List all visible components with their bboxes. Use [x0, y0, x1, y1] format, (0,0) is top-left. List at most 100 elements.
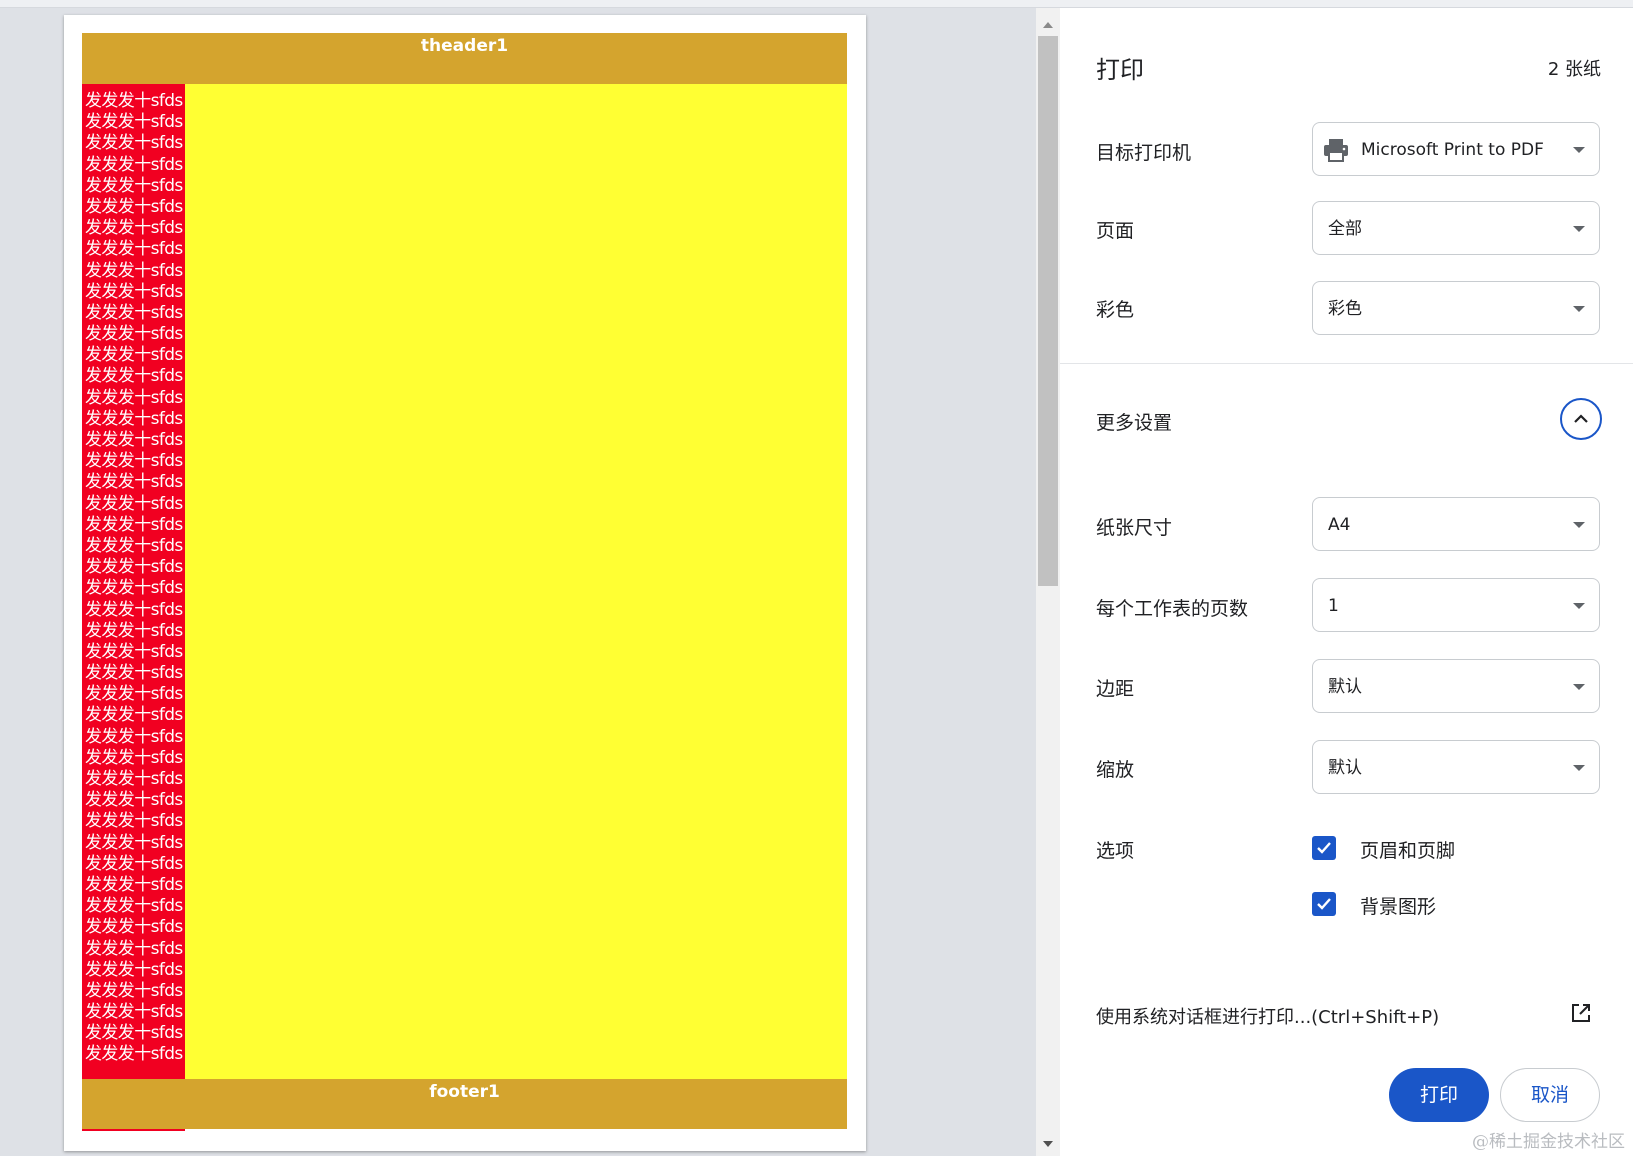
- checkmark-icon: [1317, 898, 1331, 910]
- preview-table-footer: footer1: [82, 1079, 847, 1129]
- options-label: 选项: [1096, 840, 1135, 862]
- preview-row-text: 发发发十sfds: [85, 451, 183, 472]
- preview-row-text: 发发发十sfds: [85, 345, 183, 366]
- preview-row-text: 发发发十sfds: [85, 154, 183, 175]
- watermark: @稀土掘金技术社区: [1472, 1132, 1625, 1152]
- preview-row-text: 发发发十sfds: [85, 811, 183, 832]
- margins-value: 默认: [1328, 677, 1362, 697]
- preview-row-text: 发发发十sfds: [85, 514, 183, 535]
- chevron-down-icon: [1573, 522, 1585, 528]
- preview-row-text: 发发发十sfds: [85, 1023, 183, 1044]
- section-divider: [1060, 363, 1633, 364]
- preview-row-text: 发发发十sfds: [85, 938, 183, 959]
- preview-row-text: 发发发十sfds: [85, 91, 183, 111]
- print-preview-area: theader1 发发发十sfds 发发发十sfds 发发发十sfds 发发发十sfd…: [0, 8, 1060, 1156]
- scale-select[interactable]: 默认: [1312, 740, 1600, 794]
- preview-row-text: 发发发十sfds: [85, 705, 183, 726]
- preview-row-text: 发发发十sfds: [85, 726, 183, 747]
- pages-per-sheet-label: 每个工作表的页数: [1096, 598, 1249, 620]
- scroll-down-arrow-icon[interactable]: [1036, 1136, 1060, 1152]
- pages-per-sheet-select[interactable]: 1: [1312, 578, 1600, 632]
- headers-footers-label[interactable]: 页眉和页脚: [1360, 836, 1455, 863]
- browser-top-strip: [0, 0, 1633, 8]
- more-settings-label[interactable]: 更多设置: [1096, 408, 1172, 435]
- paper-size-value: A4: [1328, 515, 1351, 535]
- chevron-down-icon: [1573, 684, 1585, 690]
- chevron-down-icon: [1573, 603, 1585, 609]
- preview-row-text: 发发发十sfds: [85, 980, 183, 1001]
- paper-size-select[interactable]: A4: [1312, 497, 1600, 551]
- pages-value: 全部: [1328, 219, 1362, 239]
- more-settings-toggle-button[interactable]: [1560, 398, 1602, 440]
- preview-row-text: 发发发十sfds: [85, 917, 183, 938]
- preview-row-text: 发发发十sfds: [85, 366, 183, 387]
- scale-value: 默认: [1328, 758, 1362, 778]
- preview-row-text: 发发发十sfds: [85, 832, 183, 853]
- destination-label: 目标打印机: [1096, 142, 1192, 164]
- open-external-icon[interactable]: [1570, 1002, 1592, 1024]
- chevron-down-icon: [1573, 147, 1585, 153]
- sheet-count: 2 张纸: [1547, 59, 1601, 80]
- chevron-down-icon: [1573, 226, 1585, 232]
- preview-row-text: 发发发十sfds: [85, 747, 183, 768]
- preview-scrollbar[interactable]: [1036, 8, 1060, 1156]
- color-label: 彩色: [1096, 299, 1135, 321]
- color-select[interactable]: 彩色: [1312, 281, 1600, 335]
- preview-row-text: 发发发十sfds: [85, 133, 183, 154]
- preview-row-text: 发发发十sfds: [85, 387, 183, 408]
- pages-label: 页面: [1096, 220, 1135, 242]
- preview-row-text: 发发发十sfds: [85, 281, 183, 302]
- preview-row-text: 发发发十sfds: [85, 641, 183, 662]
- preview-row-text: 发发发十sfds: [85, 769, 183, 789]
- system-dialog-link[interactable]: 使用系统对话框进行打印...(Ctrl+Shift+P): [1096, 1003, 1439, 1029]
- print-settings-panel: 打印 2 张纸 目标打印机 Microsoft Print to PDF 页面 …: [1060, 8, 1633, 1156]
- preview-row-text: 发发发十sfds: [85, 599, 183, 620]
- margins-label: 边距: [1096, 678, 1135, 700]
- margins-select[interactable]: 默认: [1312, 659, 1600, 713]
- cancel-button[interactable]: 取消: [1500, 1068, 1600, 1122]
- headers-footers-checkbox[interactable]: [1312, 836, 1336, 860]
- printer-icon: [1324, 139, 1348, 162]
- preview-row-text: 发发发十sfds: [85, 408, 183, 429]
- preview-row-text: 发发发十sfds: [85, 620, 183, 641]
- preview-content-area: 发发发十sfds 发发发十sfds 发发发十sfds 发发发十sfds 发发发十sfds…: [82, 84, 847, 1079]
- background-graphics-label[interactable]: 背景图形: [1360, 892, 1436, 919]
- chevron-down-icon: [1573, 765, 1585, 771]
- preview-row-text: 发发发十sfds: [85, 896, 183, 917]
- preview-red-column: 发发发十sfds 发发发十sfds 发发发十sfds 发发发十sfds 发发发十sfds…: [82, 84, 185, 1079]
- preview-row-text: 发发发十sfds: [85, 535, 183, 556]
- scroll-thumb[interactable]: [1038, 36, 1058, 586]
- preview-row-text: 发发发十sfds: [85, 853, 183, 874]
- destination-value: Microsoft Print to PDF: [1361, 140, 1544, 160]
- pages-select[interactable]: 全部: [1312, 201, 1600, 255]
- preview-row-text: 发发发十sfds: [85, 1002, 183, 1023]
- preview-row-text: 发发发十sfds: [85, 493, 183, 514]
- preview-row-text: 发发发十sfds: [85, 112, 183, 133]
- preview-row-text: 发发发十sfds: [85, 1044, 183, 1065]
- scroll-up-arrow-icon[interactable]: [1036, 16, 1060, 32]
- preview-row-text: 发发发十sfds: [85, 324, 183, 345]
- preview-row-text: 发发发十sfds: [85, 663, 183, 684]
- destination-select[interactable]: Microsoft Print to PDF: [1312, 122, 1600, 176]
- preview-row-text: 发发发十sfds: [85, 472, 183, 493]
- preview-row-text: 发发发十sfds: [85, 578, 183, 599]
- scale-label: 缩放: [1096, 759, 1135, 781]
- pages-per-sheet-value: 1: [1328, 596, 1339, 616]
- preview-row-text: 发发发十sfds: [85, 557, 183, 578]
- checkmark-icon: [1317, 842, 1331, 854]
- background-graphics-checkbox[interactable]: [1312, 892, 1336, 916]
- preview-row-text: 发发发十sfds: [85, 196, 183, 217]
- chevron-down-icon: [1573, 306, 1585, 312]
- preview-page: theader1 发发发十sfds 发发发十sfds 发发发十sfds 发发发十sfd…: [64, 15, 866, 1151]
- preview-row-text: 发发发十sfds: [85, 790, 183, 811]
- preview-row-text: 发发发十sfds: [85, 260, 183, 281]
- print-title: 打印: [1096, 56, 1144, 84]
- preview-row-text: 发发发十sfds: [85, 959, 183, 980]
- preview-row-text: 发发发十sfds: [85, 874, 183, 895]
- preview-column-overflow: [82, 1129, 185, 1131]
- color-value: 彩色: [1328, 299, 1362, 319]
- preview-row-text: 发发发十sfds: [85, 239, 183, 260]
- print-button[interactable]: 打印: [1389, 1068, 1489, 1122]
- chevron-up-icon: [1574, 414, 1588, 423]
- preview-row-text: 发发发十sfds: [85, 175, 183, 196]
